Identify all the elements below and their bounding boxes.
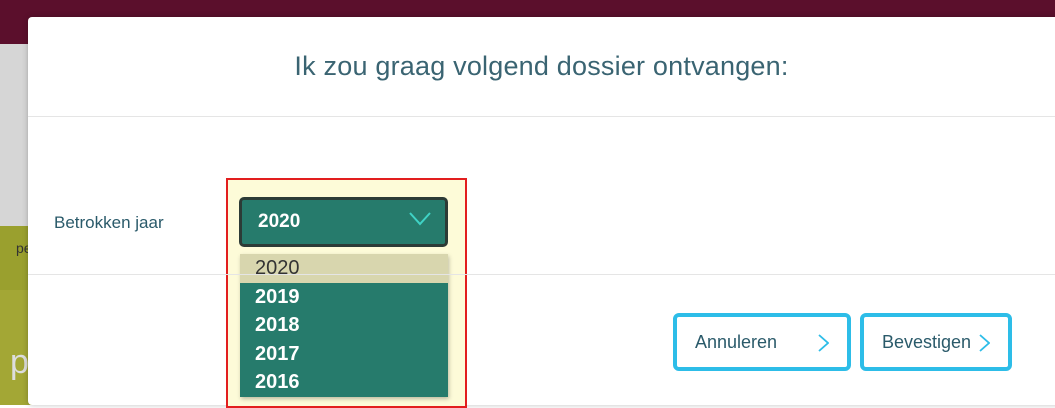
cancel-button-label: Annuleren — [695, 331, 778, 352]
dossier-request-modal: Ik zou graag volgend dossier ontvangen: … — [28, 17, 1055, 408]
chevron-right-icon — [979, 334, 990, 352]
modal-title: Ik zou graag volgend dossier ontvangen: — [294, 51, 789, 81]
background-text-fragment-lower: p — [10, 343, 29, 381]
chevron-right-icon — [818, 334, 829, 352]
chevron-down-icon — [409, 212, 431, 226]
cancel-button[interactable]: Annuleren — [673, 313, 851, 371]
year-option-2018[interactable]: 2018 — [240, 311, 448, 340]
year-dropdown-list: 2020 2019 2018 2017 2016 — [240, 254, 448, 397]
year-field-label: Betrokken jaar — [54, 213, 164, 232]
modal-header-divider — [28, 116, 1055, 117]
confirm-button-label: Bevestigen — [882, 331, 972, 352]
year-select-value: 2020 — [258, 211, 301, 232]
year-option-2019[interactable]: 2019 — [240, 283, 448, 312]
year-option-2017[interactable]: 2017 — [240, 340, 448, 369]
year-select[interactable]: 2020 — [239, 197, 448, 247]
modal-footer-divider — [28, 274, 1055, 275]
year-option-2020[interactable]: 2020 — [240, 254, 448, 283]
year-option-2016[interactable]: 2016 — [240, 368, 448, 397]
confirm-button[interactable]: Bevestigen — [860, 313, 1012, 371]
